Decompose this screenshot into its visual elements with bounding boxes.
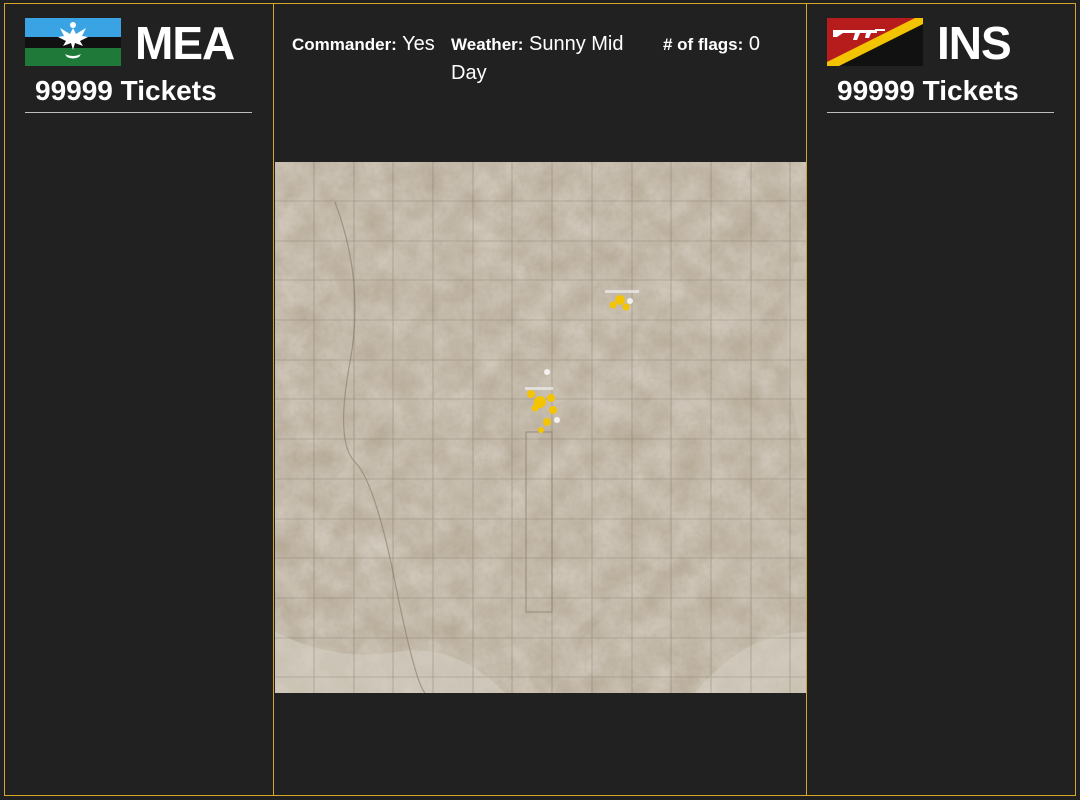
mea-flag-icon (25, 18, 121, 66)
left-team-code: MEA (135, 17, 235, 69)
left-tickets-label: Tickets (120, 75, 217, 106)
minimap[interactable] (275, 162, 806, 694)
right-team-tickets: 99999 Tickets (827, 74, 1054, 113)
weather-label: Weather: (451, 35, 524, 54)
left-team-panel: MEA 99999 Tickets (4, 3, 274, 796)
left-tickets-value: 99999 (35, 75, 113, 106)
right-team-code: INS (937, 17, 1012, 69)
match-info-row: Commander: Yes Weather: Sunny Mid Day # … (274, 30, 808, 100)
ins-flag-icon (827, 18, 923, 66)
commander-info: Commander: Yes (292, 30, 435, 59)
right-team-panel: INS 99999 Tickets (806, 3, 1076, 796)
flags-label: # of flags: (663, 35, 744, 54)
left-team-tickets: 99999 Tickets (25, 74, 252, 113)
right-tickets-label: Tickets (922, 75, 1019, 106)
commander-label: Commander: (292, 35, 397, 54)
flags-info: # of flags: 0 (663, 30, 760, 59)
center-panel: Commander: Yes Weather: Sunny Mid Day # … (273, 3, 807, 796)
right-tickets-value: 99999 (837, 75, 915, 106)
weather-info: Weather: Sunny Mid Day (451, 30, 651, 87)
flags-value: 0 (748, 33, 760, 55)
commander-value: Yes (402, 33, 435, 55)
